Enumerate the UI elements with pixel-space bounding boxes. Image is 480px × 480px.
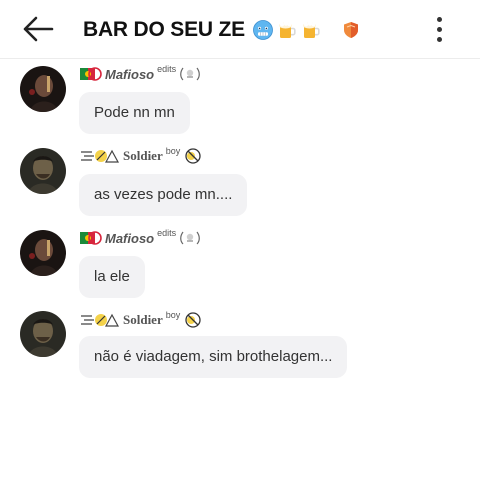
author-name[interactable]: Mafioso	[105, 231, 154, 246]
author-row: Soldier boy	[80, 310, 201, 330]
decorative-badge-icon	[81, 149, 120, 163]
beer-mug-emoji-icon	[302, 21, 320, 38]
back-arrow-icon	[23, 16, 54, 42]
message-bubble[interactable]: não é viadagem, sim brothelagem...	[79, 336, 348, 378]
decorative-kaomoji-icon	[180, 67, 200, 81]
portugal-flag-icon	[80, 67, 102, 81]
soldier-avatar-image	[20, 311, 66, 357]
author-name[interactable]: Soldier	[123, 312, 163, 328]
author-row: Soldier boy	[80, 146, 201, 166]
back-button[interactable]	[20, 12, 56, 46]
dot-icon	[436, 36, 442, 42]
mafioso-avatar[interactable]	[20, 230, 66, 276]
chat-header: BAR DO SEU ZE	[0, 0, 480, 59]
author-name[interactable]: Soldier	[123, 148, 163, 164]
mafioso-avatar-image	[20, 230, 66, 276]
decorative-badge-icon	[81, 313, 120, 327]
soldier-avatar-image	[20, 148, 66, 194]
author-suffix: edits	[157, 64, 177, 74]
message-bubble[interactable]: Pode nn mn	[79, 92, 190, 134]
soldier-avatar[interactable]	[20, 148, 66, 194]
soldier-avatar[interactable]	[20, 311, 66, 357]
author-row: Mafioso edits	[80, 64, 201, 84]
author-suffix: boy	[165, 146, 181, 156]
decorative-crossed-circle-icon	[185, 148, 201, 164]
author-name[interactable]: Mafioso	[105, 67, 154, 82]
more-options-button[interactable]	[428, 12, 450, 46]
beer-mug-emoji-icon	[278, 21, 296, 38]
decorative-crossed-circle-icon	[185, 312, 201, 328]
message-bubble[interactable]: as vezes pode mn....	[79, 174, 248, 216]
chat-title: BAR DO SEU ZE	[83, 18, 245, 41]
mafioso-avatar[interactable]	[20, 66, 66, 112]
dot-icon	[436, 26, 442, 32]
message-bubble[interactable]: la ele	[79, 256, 145, 298]
cold-face-emoji-icon	[253, 20, 273, 40]
author-row: Mafioso edits	[80, 228, 201, 248]
dot-icon	[436, 16, 442, 22]
portugal-flag-icon	[80, 231, 102, 245]
author-suffix: edits	[157, 228, 177, 238]
shield-emoji-icon	[343, 22, 358, 38]
decorative-kaomoji-icon	[180, 231, 200, 245]
author-suffix: boy	[165, 310, 181, 320]
chat-title-row[interactable]: BAR DO SEU ZE	[83, 16, 361, 44]
mafioso-avatar-image	[20, 66, 66, 112]
